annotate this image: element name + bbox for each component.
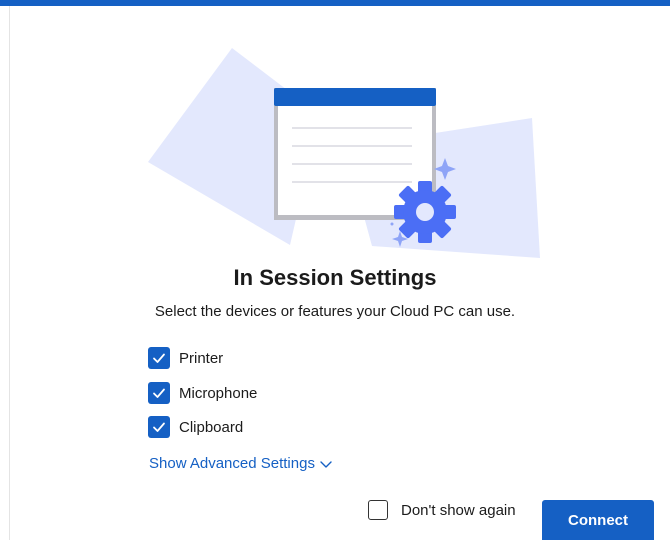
illustration-window-titlebar: [274, 88, 436, 106]
check-icon: [153, 353, 165, 363]
dialog-accent-bar: [0, 0, 670, 6]
show-advanced-settings-link[interactable]: Show Advanced Settings: [149, 455, 333, 472]
clipboard-label: Clipboard: [179, 418, 244, 436]
dont-show-again-label: Don't show again: [401, 501, 516, 519]
settings-illustration: [148, 48, 540, 258]
check-icon: [153, 422, 165, 432]
dialog-title: In Session Settings: [233, 265, 437, 290]
clipboard-checkbox[interactable]: [148, 416, 170, 438]
chevron-down-icon: [319, 459, 333, 469]
gear-icon: [394, 181, 456, 243]
clipboard-option[interactable]: Clipboard: [148, 415, 243, 439]
dont-show-again-option[interactable]: Don't show again: [368, 500, 516, 520]
microphone-label: Microphone: [179, 384, 258, 402]
in-session-settings-dialog: In Session Settings Select the devices o…: [0, 0, 670, 540]
sparkle-dot: [390, 222, 394, 226]
printer-checkbox[interactable]: [148, 347, 170, 369]
dont-show-again-checkbox[interactable]: [368, 500, 388, 520]
microphone-checkbox[interactable]: [148, 382, 170, 404]
show-advanced-settings-label: Show Advanced Settings: [149, 455, 315, 472]
printer-label: Printer: [179, 349, 224, 367]
printer-option[interactable]: Printer: [148, 346, 223, 370]
connect-button[interactable]: Connect: [542, 500, 654, 540]
check-icon: [153, 388, 165, 398]
microphone-option[interactable]: Microphone: [148, 381, 257, 405]
dialog-subtitle: Select the devices or features your Clou…: [154, 303, 516, 320]
